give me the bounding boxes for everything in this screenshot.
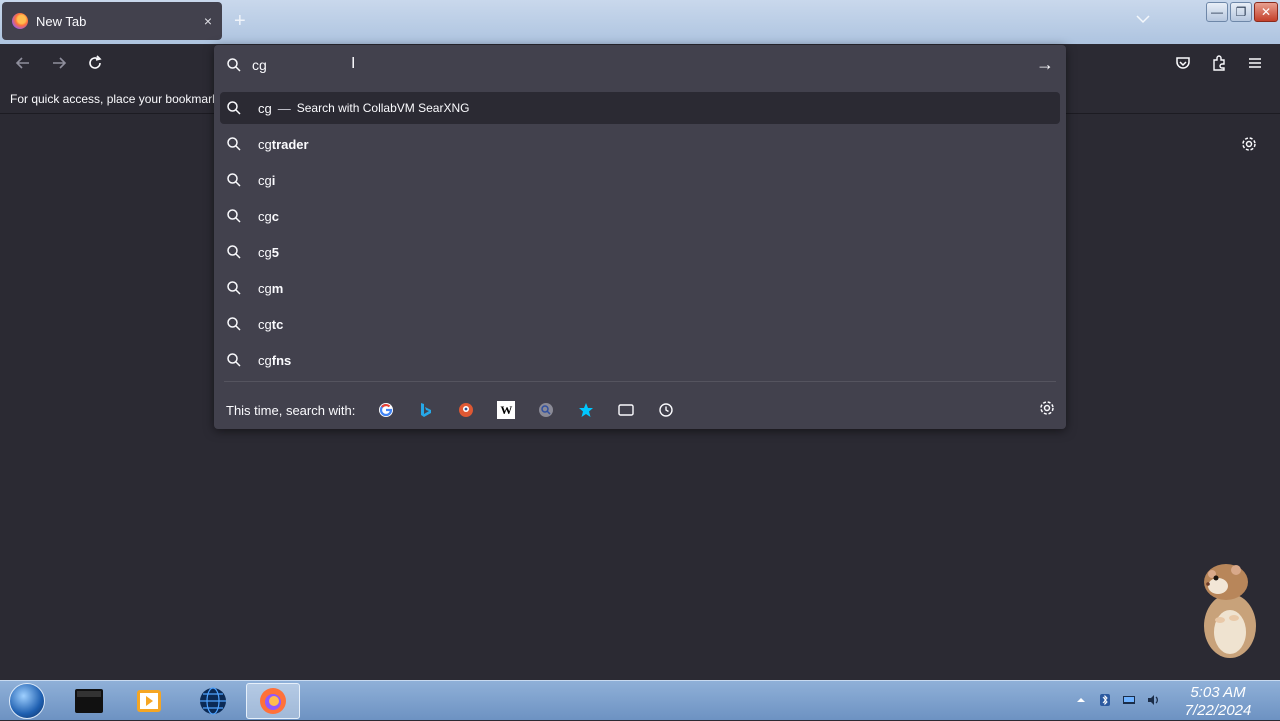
taskbar: 5:03 AM 7/22/2024 xyxy=(0,680,1280,720)
suggestion-separator: — xyxy=(277,100,291,116)
duckduckgo-icon[interactable] xyxy=(457,401,475,419)
suggestion-item[interactable]: cg c xyxy=(220,200,1060,232)
suggestion-item[interactable]: cg fns xyxy=(220,344,1060,376)
extensions-icon[interactable] xyxy=(1210,54,1228,77)
menu-icon[interactable] xyxy=(1246,54,1264,77)
suggestion-item[interactable]: cg tc xyxy=(220,308,1060,340)
search-icon xyxy=(226,136,244,152)
suggestion-item[interactable]: cg i xyxy=(220,164,1060,196)
suggestion-completion: m xyxy=(271,280,284,296)
firefox-icon xyxy=(260,688,286,714)
suggestion-prefix: cg xyxy=(258,208,272,224)
search-icon xyxy=(226,172,244,188)
suggestion-prefix: cg xyxy=(258,136,272,152)
terminal-icon xyxy=(75,689,103,713)
bluetooth-icon[interactable] xyxy=(1098,693,1112,707)
bookmarks-hint: For quick access, place your bookmark xyxy=(10,92,219,106)
suggestion-prefix: cg xyxy=(258,316,272,332)
suggestion-completion: i xyxy=(271,172,276,188)
taskbar-app-globe[interactable] xyxy=(186,683,240,719)
show-hidden-icons-icon[interactable] xyxy=(1074,693,1088,707)
firefox-icon xyxy=(12,13,28,29)
maximize-button[interactable]: ❐ xyxy=(1230,2,1252,22)
suggestion-prefix: cg xyxy=(258,244,272,260)
media-player-icon xyxy=(137,690,161,712)
suggestion-action: Search with CollabVM SearXNG xyxy=(296,101,470,115)
forward-icon[interactable] xyxy=(50,54,68,77)
oneoff-label: This time, search with: xyxy=(226,402,356,418)
windows-logo-icon xyxy=(9,683,45,719)
suggestion-completion: tc xyxy=(271,316,284,332)
system-tray xyxy=(1074,693,1160,707)
text-cursor-icon: I xyxy=(351,55,356,72)
go-arrow-button[interactable]: → xyxy=(1036,54,1054,75)
search-icon xyxy=(226,244,244,260)
wikipedia-icon[interactable]: W xyxy=(497,401,516,419)
suggestion-completion: 5 xyxy=(271,244,279,260)
tabs-icon[interactable] xyxy=(617,401,635,419)
suggestion-completion: c xyxy=(271,208,279,224)
minimize-button[interactable]: — xyxy=(1206,2,1228,22)
clock[interactable]: 5:03 AM 7/22/2024 xyxy=(1176,684,1260,720)
history-icon[interactable] xyxy=(657,401,675,419)
bing-icon[interactable] xyxy=(417,401,435,419)
suggestion-completion: fns xyxy=(271,352,292,368)
search-settings-gear-icon[interactable] xyxy=(1038,399,1056,422)
tab-new-tab[interactable]: New Tab × xyxy=(2,2,222,40)
suggestion-completion: trader xyxy=(271,136,309,152)
close-window-button[interactable]: ✕ xyxy=(1254,2,1278,22)
clock-time: 5:03 AM xyxy=(1190,684,1246,701)
address-bar[interactable]: cg I → xyxy=(214,45,1066,85)
back-icon[interactable] xyxy=(14,54,32,77)
suggestion-query: cg xyxy=(258,100,272,116)
suggestion-item[interactable]: cg 5 xyxy=(220,236,1060,268)
pocket-icon[interactable] xyxy=(1174,54,1192,77)
search-icon xyxy=(226,100,244,116)
taskbar-app-cmd[interactable] xyxy=(62,683,116,719)
oneoff-divider xyxy=(224,381,1056,382)
urlbar-dropdown: cg I → cg — Search with CollabVM SearXNG… xyxy=(214,45,1066,429)
tab-title: New Tab xyxy=(36,13,87,29)
taskbar-app-media-player[interactable] xyxy=(122,683,176,719)
bookmarks-icon[interactable] xyxy=(577,401,595,419)
newtab-settings-gear-icon[interactable] xyxy=(1240,135,1258,158)
window-controls: — ❐ ✕ xyxy=(1206,2,1278,22)
title-bar: New Tab × + — ❐ ✕ xyxy=(0,0,1280,44)
search-icon xyxy=(226,316,244,332)
chevron-down-icon xyxy=(1136,15,1150,24)
hamster-sticker xyxy=(1198,560,1262,660)
tab-close-button[interactable]: × xyxy=(204,13,212,29)
suggestion-search-engine[interactable]: cg — Search with CollabVM SearXNG xyxy=(220,92,1060,124)
suggestion-prefix: cg xyxy=(258,280,272,296)
one-off-search-bar: This time, search with: W xyxy=(226,399,1056,421)
volume-icon[interactable] xyxy=(1146,693,1160,707)
searxng-icon[interactable] xyxy=(537,401,555,419)
search-icon xyxy=(226,352,244,368)
suggestion-item[interactable]: cg trader xyxy=(220,128,1060,160)
list-all-tabs-button[interactable] xyxy=(1136,12,1150,27)
search-icon xyxy=(226,57,242,78)
search-icon xyxy=(226,208,244,224)
new-tab-button[interactable]: + xyxy=(234,10,246,33)
google-icon[interactable] xyxy=(377,401,395,419)
reload-icon[interactable] xyxy=(86,54,104,77)
address-input[interactable]: cg xyxy=(252,57,267,73)
taskbar-app-firefox[interactable] xyxy=(246,683,300,719)
network-icon[interactable] xyxy=(1122,693,1136,707)
suggestion-prefix: cg xyxy=(258,352,272,368)
suggestion-prefix: cg xyxy=(258,172,272,188)
suggestion-item[interactable]: cg m xyxy=(220,272,1060,304)
globe-icon xyxy=(200,687,226,715)
clock-date: 7/22/2024 xyxy=(1184,702,1252,719)
start-button[interactable] xyxy=(6,681,48,721)
search-icon xyxy=(226,280,244,296)
